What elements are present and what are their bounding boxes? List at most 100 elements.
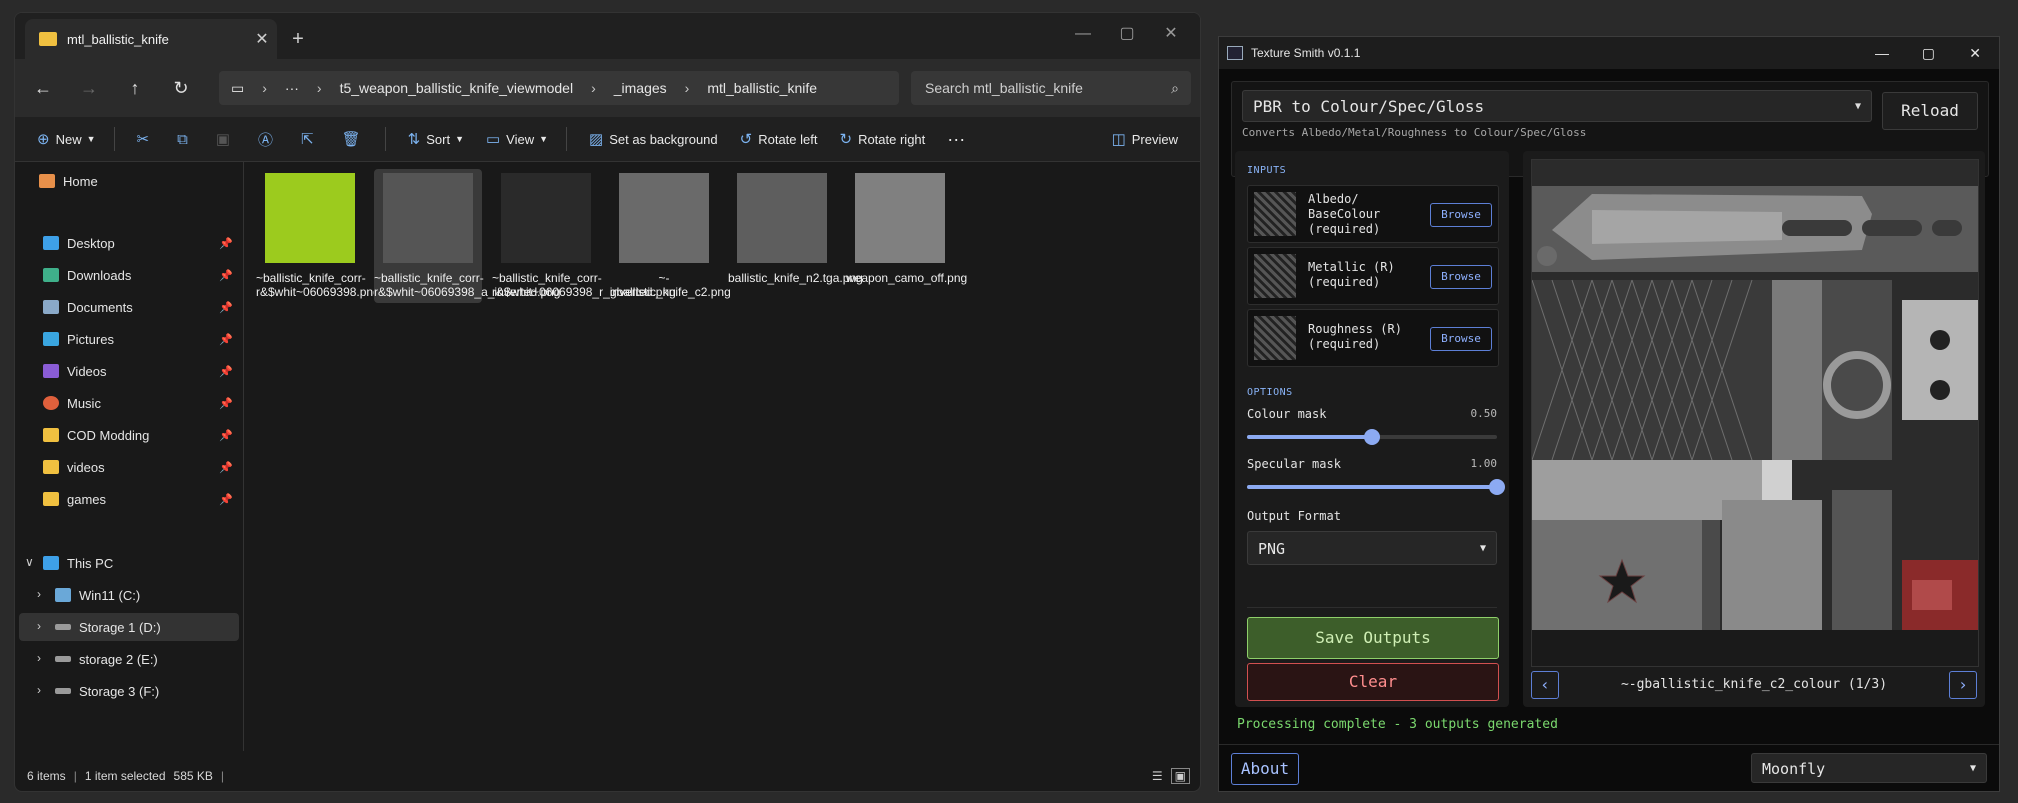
details-view-icon[interactable]: ☰ — [1152, 769, 1163, 783]
view-button[interactable]: ▭ View ▼ — [486, 130, 548, 148]
about-button[interactable]: About — [1231, 753, 1299, 785]
minimize-button[interactable]: — — [1875, 45, 1889, 61]
rename-button[interactable]: Ⓐ — [258, 129, 279, 150]
sidebar-item-documents[interactable]: Documents 📌 — [43, 293, 239, 321]
slider-fill — [1247, 485, 1497, 489]
save-outputs-button[interactable]: Save Outputs — [1247, 617, 1499, 659]
sidebar-label: Documents — [67, 299, 133, 315]
minimize-button[interactable]: — — [1063, 19, 1103, 49]
cut-button[interactable]: ✂ — [137, 130, 156, 148]
browse-albedo-button[interactable]: Browse — [1430, 203, 1492, 227]
file-item[interactable]: ~ballistic_knife_corr-r&$whit~06069398.p… — [256, 169, 380, 303]
up-button[interactable]: ↑ — [119, 73, 151, 103]
mode-select[interactable]: PBR to Colour/Spec/Gloss ▼ — [1242, 90, 1872, 122]
pin-icon: 📌 — [219, 461, 233, 474]
sort-button[interactable]: ⇅ Sort ▼ — [408, 130, 464, 148]
preview-label: Preview — [1131, 131, 1178, 147]
slider-handle[interactable] — [1364, 429, 1380, 445]
rotate-left-button[interactable]: ↺ Rotate left — [740, 130, 818, 148]
next-output-button[interactable]: › — [1949, 671, 1977, 699]
more-button[interactable]: ··· — [947, 129, 965, 150]
sidebar-item-games[interactable]: games 📌 — [43, 485, 239, 513]
status-message: Processing complete - 3 outputs generate… — [1237, 717, 1558, 732]
close-button[interactable]: ✕ — [1969, 45, 1981, 62]
sidebar-item-this-pc[interactable]: This PC — [43, 549, 239, 577]
set-as-background-button[interactable]: ▨ Set as background — [589, 130, 718, 148]
chevron-right-icon[interactable]: › — [37, 587, 41, 601]
breadcrumb-item[interactable]: t5_weapon_ballistic_knife_viewmodel — [340, 80, 573, 96]
reload-button[interactable]: Reload — [1882, 92, 1978, 130]
bottom-bar: About Moonfly ▼ — [1219, 744, 1999, 791]
specular-mask-slider[interactable] — [1247, 479, 1505, 495]
file-item[interactable]: ballistic_knife_n2.tga.png — [728, 169, 863, 289]
output-format-value: PNG — [1258, 540, 1286, 558]
tab-bar: mtl_ballistic_knife ✕ + — ▢ ✕ — [15, 13, 1200, 59]
drive-icon — [55, 588, 71, 602]
chevron-right-icon[interactable]: › — [37, 651, 41, 665]
search-input[interactable]: Search mtl_ballistic_knife ⌕ — [911, 71, 1191, 105]
sidebar-item-cod-modding[interactable]: COD Modding 📌 — [43, 421, 239, 449]
plus-icon: ⊕ — [37, 131, 50, 148]
chevron-right-icon[interactable]: › — [37, 683, 41, 697]
sidebar-item-pictures[interactable]: Pictures 📌 — [43, 325, 239, 353]
file-item-selected[interactable]: ~ballistic_knife_corr-r&$whit~06069398_a… — [374, 169, 560, 303]
new-tab-button[interactable]: + — [281, 25, 315, 53]
refresh-button[interactable]: ↻ — [165, 73, 197, 103]
output-format-select[interactable]: PNG ▼ — [1247, 531, 1497, 565]
documents-icon — [43, 300, 59, 314]
colour-mask-label: Colour mask — [1247, 407, 1327, 421]
browse-roughness-button[interactable]: Browse — [1430, 327, 1492, 351]
address-bar[interactable]: ▭ › ··· › t5_weapon_ballistic_knife_view… — [219, 71, 899, 105]
chevron-right-icon[interactable]: › — [37, 619, 41, 633]
sidebar-label: Storage 3 (F:) — [79, 683, 160, 699]
breadcrumb-item[interactable]: mtl_ballistic_knife — [707, 80, 817, 96]
sidebar-label: Storage 1 (D:) — [79, 619, 161, 635]
image-icon: ▨ — [589, 131, 604, 148]
tab-close-icon[interactable]: ✕ — [247, 29, 277, 49]
drive-icon — [55, 624, 71, 630]
back-button[interactable]: ← — [27, 73, 59, 103]
paste-button[interactable]: ▣ — [216, 130, 236, 148]
folder-icon — [43, 460, 59, 474]
clear-button[interactable]: Clear — [1247, 663, 1499, 701]
sidebar-item-drive-d[interactable]: Storage 1 (D:) — [19, 613, 239, 641]
sidebar-item-music[interactable]: Music 📌 — [43, 389, 239, 417]
sidebar-item-desktop[interactable]: Desktop 📌 — [43, 229, 239, 257]
rotate-right-button[interactable]: ↻ Rotate right — [839, 130, 925, 148]
file-item[interactable]: ~-gballistic_knife_c2.png — [610, 169, 731, 303]
new-button[interactable]: ⊕ New ▼ — [37, 130, 96, 148]
delete-button[interactable]: 🗑 — [342, 130, 367, 148]
theme-select[interactable]: Moonfly ▼ — [1751, 753, 1987, 783]
sidebar-item-videos-folder[interactable]: videos 📌 — [43, 453, 239, 481]
slider-handle[interactable] — [1489, 479, 1505, 495]
breadcrumb-more[interactable]: ··· — [285, 80, 299, 96]
previous-output-button[interactable]: ‹ — [1531, 671, 1559, 699]
sidebar-label: COD Modding — [67, 427, 150, 443]
tab-mtl-ballistic-knife[interactable]: mtl_ballistic_knife ✕ — [25, 19, 277, 59]
share-button[interactable]: ⇱ — [301, 130, 320, 148]
breadcrumb-item[interactable]: _images — [614, 80, 667, 96]
input-thumbnail — [1254, 316, 1296, 360]
input-thumbnail — [1254, 254, 1296, 298]
preview-button[interactable]: ◫ Preview — [1112, 130, 1178, 148]
colour-mask-slider[interactable] — [1247, 429, 1497, 445]
sidebar-item-videos[interactable]: Videos 📌 — [43, 357, 239, 385]
close-button[interactable]: ✕ — [1151, 19, 1191, 49]
sort-icon: ⇅ — [407, 131, 421, 148]
maximize-button[interactable]: ▢ — [1107, 19, 1147, 49]
forward-button[interactable]: → — [73, 73, 105, 103]
chevron-down-icon[interactable]: ∨ — [25, 555, 34, 569]
large-icons-view-icon[interactable]: ▣ — [1170, 768, 1190, 784]
sidebar-item-drive-c[interactable]: Win11 (C:) — [55, 581, 239, 609]
sidebar-item-home[interactable]: Home — [39, 167, 239, 195]
browse-metallic-button[interactable]: Browse — [1430, 265, 1492, 289]
sidebar-item-downloads[interactable]: Downloads 📌 — [43, 261, 239, 289]
maximize-button[interactable]: ▢ — [1922, 45, 1935, 62]
copy-button[interactable]: ⧉ — [177, 131, 194, 148]
file-item[interactable]: ~ballistic_knife_corr-r&$whit~06069398_r… — [492, 169, 676, 303]
sidebar-item-drive-f[interactable]: Storage 3 (F:) — [55, 677, 239, 705]
breadcrumb-separator: › — [262, 80, 267, 96]
sidebar-item-drive-e[interactable]: storage 2 (E:) — [55, 645, 239, 673]
input-label: Albedo/ BaseColour (required) — [1308, 192, 1381, 236]
file-item[interactable]: weapon_camo_off.png — [846, 169, 967, 289]
